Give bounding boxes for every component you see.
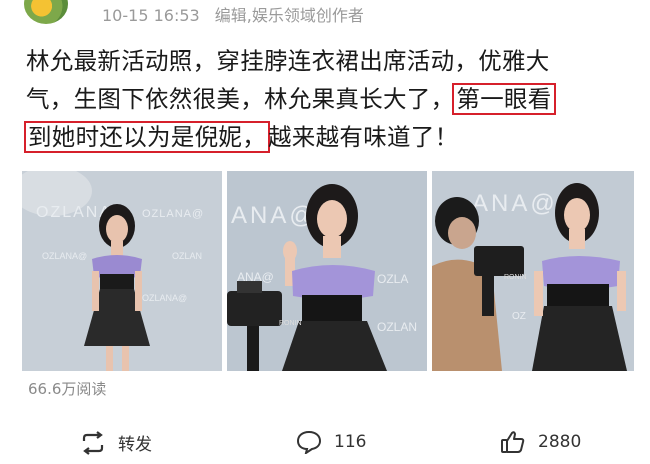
comment-button[interactable]: 116 <box>296 430 366 454</box>
post-line-2: 气，生图下依然很美，林允果真长大了，第一眼看 <box>26 80 641 118</box>
thumbs-up-icon <box>501 431 525 453</box>
svg-text:OZLAN: OZLAN <box>377 320 417 334</box>
comment-icon <box>296 430 322 454</box>
post-header: 10-15 16:53 编辑,娱乐领域创作者 <box>0 0 650 28</box>
highlight-box-1: 第一眼看 <box>452 83 556 115</box>
svg-text:OZLANA@: OZLANA@ <box>42 251 87 261</box>
highlight-box-2: 到她时还以为是倪妮， <box>24 121 270 153</box>
share-button[interactable]: 转发 <box>80 430 152 455</box>
svg-text:OZLANA@: OZLANA@ <box>142 293 187 303</box>
share-label: 转发 <box>118 435 152 455</box>
post-line-3: 到她时还以为是倪妮，越来越有味道了！ <box>24 118 641 156</box>
photo-1[interactable]: OZLANA@ OZLANA@ OZLANA@ OZLAN OZLANA@ <box>22 171 222 371</box>
photo-3-backdrop-text: ANA@ <box>472 190 558 217</box>
comment-count: 116 <box>334 432 367 452</box>
post-line-2-text: 气，生图下依然很美，林允果真长大了， <box>26 85 455 113</box>
avatar[interactable] <box>24 0 68 24</box>
svg-text:OZLANA@: OZLANA@ <box>142 208 204 220</box>
svg-text:OZLAN: OZLAN <box>172 251 202 261</box>
svg-text:OZLA: OZLA <box>377 272 408 286</box>
repost-icon <box>82 430 104 455</box>
post-line-1: 林允最新活动照，穿挂脖连衣裙出席活动，优雅大 <box>26 47 550 75</box>
photo-2[interactable]: ANA@ ANA@ OZLA OZLAN RONIN <box>227 171 427 371</box>
post-body: 林允最新活动照，穿挂脖连衣裙出席活动，优雅大 气，生图下依然很美，林允果真长大了… <box>24 42 641 156</box>
photo-grid: OZLANA@ OZLANA@ OZLANA@ OZLAN OZLANA@ AN… <box>22 171 634 371</box>
like-button[interactable]: 2880 <box>500 430 581 454</box>
like-count: 2880 <box>538 432 582 452</box>
read-count: 66.6万阅读 <box>28 380 107 398</box>
post-author-meta: 编辑,娱乐领域创作者 <box>214 6 364 25</box>
svg-text:RONIN: RONIN <box>279 320 302 327</box>
action-bar: 转发 116 2880 <box>0 426 650 464</box>
post-line-3-text: 越来越有味道了！ <box>268 123 459 151</box>
post-timestamp: 10-15 16:53 <box>102 6 200 25</box>
post-meta: 10-15 16:53 编辑,娱乐领域创作者 <box>102 2 374 26</box>
svg-text:OZ: OZ <box>512 311 526 322</box>
photo-2-backdrop-text: ANA@ <box>231 202 317 229</box>
svg-text:RONIN: RONIN <box>504 274 527 281</box>
photo-3[interactable]: ANA@ OZ RONIN <box>432 171 634 371</box>
